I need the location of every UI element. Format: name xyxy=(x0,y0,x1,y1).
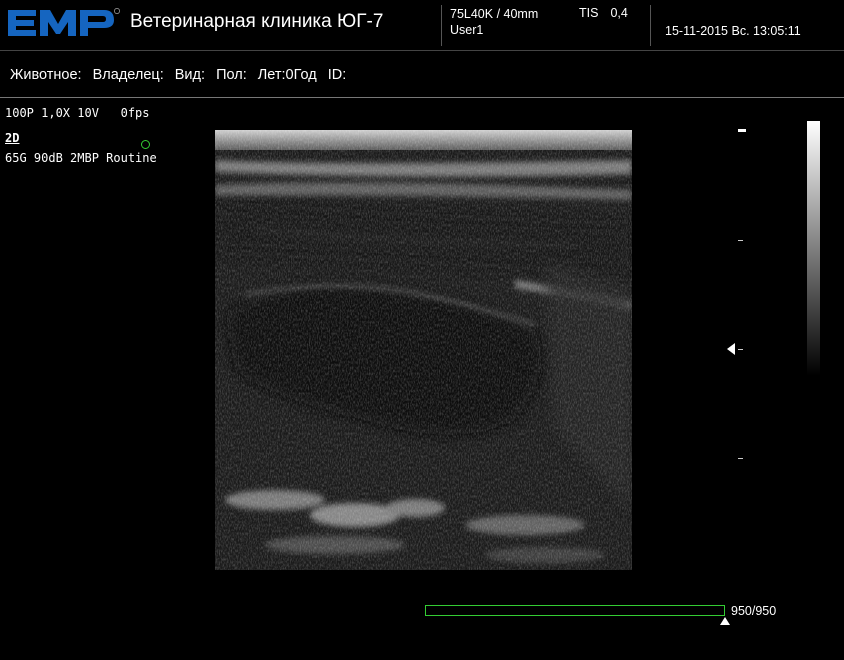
image-params-line1: 100P 1,0X 10V 0fps xyxy=(5,106,150,120)
tis-value: 0,4 xyxy=(610,6,628,20)
tis-readout: TIS 0,4 xyxy=(579,6,628,20)
patient-info-row: Животное: Владелец: Вид: Пол: Лет:0Год I… xyxy=(10,67,353,83)
cine-frame-counter: 950/950 xyxy=(731,604,777,618)
datetime: 15-11-2015 Вс. 13:05:11 xyxy=(665,24,801,38)
header-divider xyxy=(650,5,651,46)
focus-marker-icon[interactable] xyxy=(727,343,735,355)
probe-info: 75L40K / 40mm User1 xyxy=(450,6,538,38)
depth-scale-top xyxy=(738,129,746,132)
image-params-line2: 65G 90dB 2MBP Routine xyxy=(5,151,157,165)
age-field[interactable]: Лет:0Год xyxy=(258,67,317,83)
tis-label: TIS xyxy=(579,6,599,20)
cine-position-icon[interactable] xyxy=(720,617,730,625)
id-field[interactable]: ID: xyxy=(328,67,347,83)
header-divider xyxy=(441,5,442,46)
cine-progress-bar[interactable] xyxy=(425,605,725,616)
owner-field[interactable]: Владелец: xyxy=(93,67,164,83)
species-field[interactable]: Вид: xyxy=(175,67,205,83)
status-circle-icon xyxy=(141,140,150,149)
probe-label: 75L40K / 40mm xyxy=(450,7,539,21)
mode-2d-label[interactable]: 2D xyxy=(5,131,19,145)
depth-tick xyxy=(738,349,743,350)
grayscale-bar xyxy=(807,121,820,376)
depth-tick xyxy=(738,458,743,459)
header-separator xyxy=(0,50,844,51)
sex-field[interactable]: Пол: xyxy=(216,67,247,83)
animal-field[interactable]: Животное: xyxy=(10,67,82,83)
ultrasound-image[interactable] xyxy=(215,130,632,570)
depth-tick xyxy=(738,240,743,241)
clinic-name: Ветеринарная клиника ЮГ-7 xyxy=(130,11,384,32)
emp-logo xyxy=(8,8,120,36)
info-separator xyxy=(0,97,844,98)
user-label: User1 xyxy=(450,23,484,37)
